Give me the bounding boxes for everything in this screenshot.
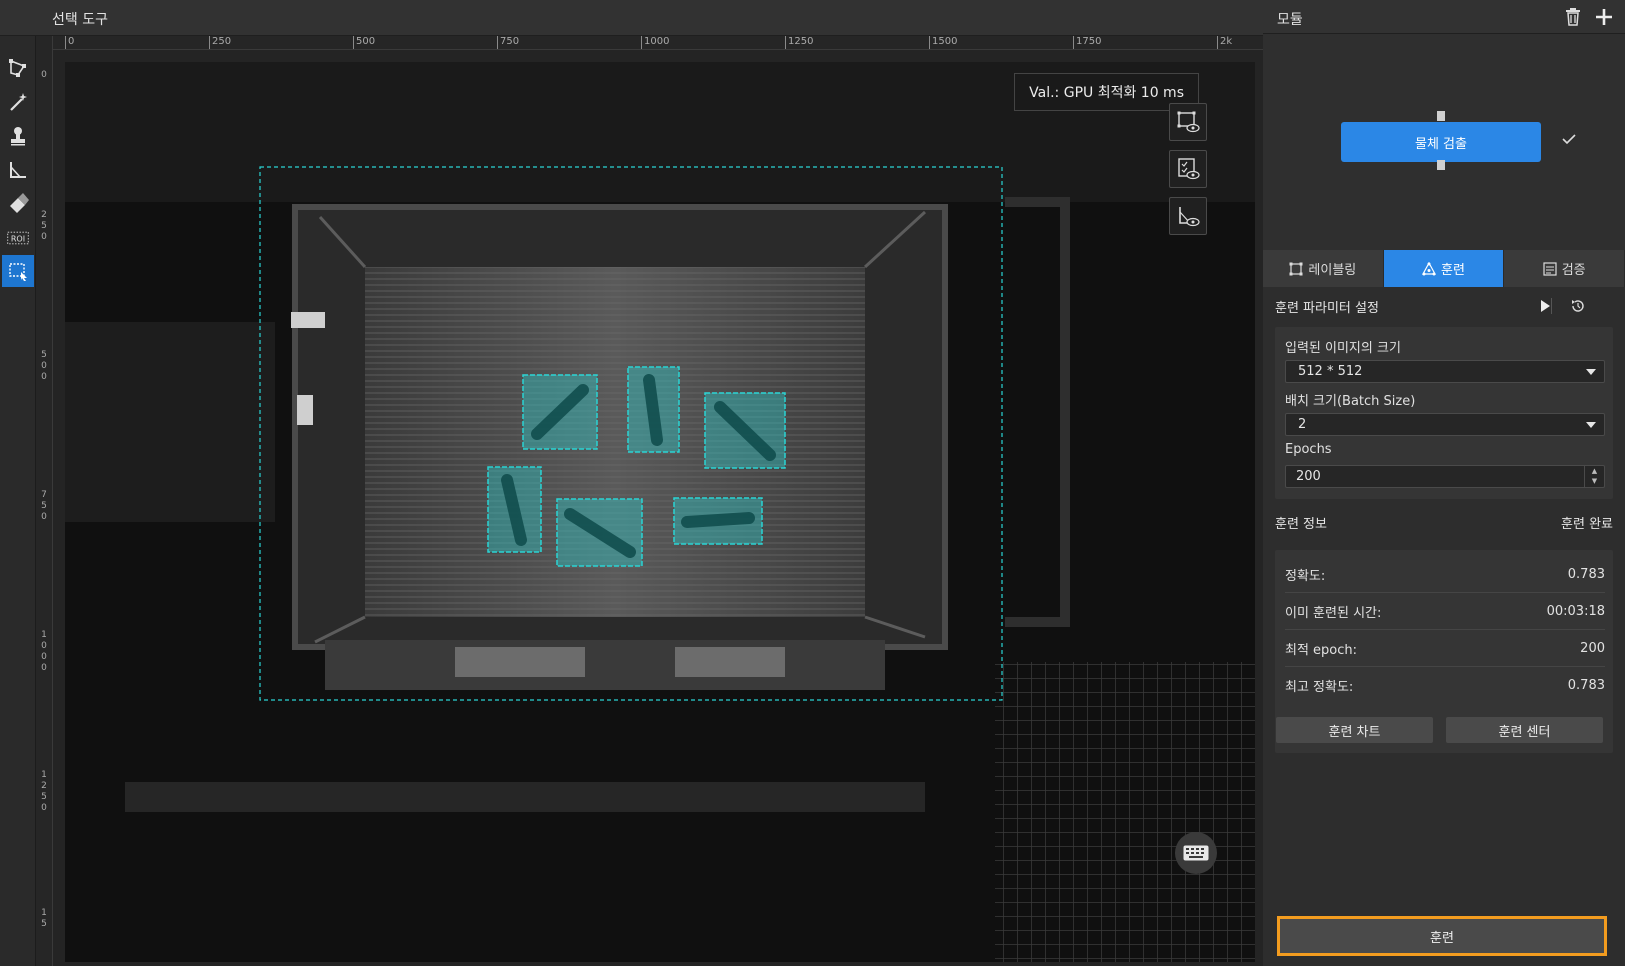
- tab-label: 훈련: [1441, 263, 1465, 278]
- add-icon[interactable]: [1595, 8, 1613, 30]
- info-row-elapsed: 이미 훈련된 시간: 00:03:18: [1285, 593, 1605, 630]
- vruler-label: 0: [41, 70, 47, 80]
- input-size-label: 입력된 이미지의 크기: [1285, 341, 1401, 356]
- eraser-icon[interactable]: [2, 188, 34, 220]
- batch-size-label: 배치 크기(Batch Size): [1285, 394, 1416, 409]
- hruler-label: 2k: [1217, 36, 1232, 49]
- info-row-accuracy: 정확도: 0.783: [1285, 556, 1605, 593]
- info-header: 훈련 정보 훈련 완료: [1263, 507, 1625, 537]
- hruler-label: 1250: [785, 36, 813, 49]
- batch-size-value: 2: [1298, 417, 1307, 432]
- spin-down-icon[interactable]: ▼: [1585, 476, 1604, 486]
- node-input-port[interactable]: [1437, 111, 1445, 121]
- show-labels-icon[interactable]: [1169, 103, 1207, 141]
- reset-icon[interactable]: [1570, 298, 1586, 318]
- vertical-ruler: 0 2 5 0 5 0 0 7 5 0 1 0 0 0 1 2 5 0 1 5: [36, 36, 53, 966]
- info-status: 훈련 완료: [1561, 516, 1613, 532]
- info-value: 00:03:18: [1546, 603, 1605, 619]
- keyboard-icon[interactable]: [1175, 832, 1217, 874]
- show-results-icon[interactable]: [1169, 150, 1207, 188]
- roi-label: ROI: [11, 235, 25, 244]
- object-detection-module[interactable]: 물체 검출: [1341, 122, 1541, 162]
- batch-size-select[interactable]: 2: [1285, 413, 1605, 436]
- magic-wand-icon[interactable]: [2, 86, 34, 118]
- workspace-title: 선택 도구: [52, 12, 108, 28]
- tool-column: ROI: [0, 36, 36, 966]
- info-title: 훈련 정보: [1275, 516, 1327, 532]
- vruler-label: 1 0 0 0: [41, 630, 47, 673]
- chevron-down-icon: [1586, 369, 1596, 375]
- hruler-label: 0: [65, 36, 74, 49]
- train-icon: [1422, 261, 1437, 275]
- info-label: 최고 정확도:: [1285, 680, 1354, 695]
- scene-drawing: [65, 62, 1255, 962]
- tab-label: 검증: [1561, 263, 1586, 278]
- vruler-label: 5 0 0: [41, 350, 47, 382]
- train-params: 입력된 이미지의 크기 512 * 512 배치 크기(Batch Size) …: [1275, 327, 1613, 499]
- vruler-label: 1 2 5 0: [41, 770, 47, 813]
- panel-title: 모듈: [1277, 12, 1303, 28]
- epochs-spin[interactable]: ▲ ▼: [1584, 466, 1604, 487]
- roi-icon[interactable]: ROI: [2, 222, 34, 254]
- epochs-stepper[interactable]: 200 ▲ ▼: [1285, 465, 1605, 488]
- validate-icon: [1543, 261, 1557, 276]
- rect-select-icon[interactable]: [2, 255, 34, 287]
- params-title: 훈련 파라미터 설정: [1275, 300, 1379, 316]
- train-center-button[interactable]: 훈련 센터: [1446, 717, 1603, 743]
- epochs-value: 200: [1296, 469, 1321, 484]
- tab-labeling[interactable]: 레이블링: [1263, 250, 1384, 287]
- hruler-label: 1000: [641, 36, 669, 49]
- polygon-select-icon[interactable]: [2, 52, 34, 84]
- input-size-select[interactable]: 512 * 512: [1285, 360, 1605, 383]
- check-icon: [1561, 132, 1577, 150]
- info-value: 0.783: [1567, 678, 1605, 693]
- train-button[interactable]: 훈련: [1277, 916, 1607, 956]
- info-label: 이미 훈련된 시간:: [1285, 605, 1382, 621]
- vruler-label: 7 5 0: [41, 490, 47, 522]
- info-row-best-accuracy: 최고 정확도: 0.783: [1285, 667, 1605, 704]
- panel-header: 모듈: [1263, 0, 1625, 34]
- node-output-port[interactable]: [1437, 160, 1445, 170]
- header-divider: [1551, 298, 1552, 314]
- hruler-label: 750: [497, 36, 519, 49]
- spin-up-icon[interactable]: ▲: [1585, 466, 1604, 476]
- vruler-label: 2 5 0: [41, 210, 47, 242]
- camera-image[interactable]: Val.: GPU 최적화 10 ms: [65, 62, 1255, 962]
- info-label: 최적 epoch:: [1285, 642, 1358, 658]
- info-row-best-epoch: 최적 epoch: 200: [1285, 630, 1605, 667]
- workspace: 선택 도구 ROI 0 2 5 0 5 0 0 7 5 0 1 0 0 0 1 …: [0, 0, 1263, 966]
- params-header: 훈련 파라미터 설정: [1263, 291, 1625, 321]
- module-graph: 물체 검출: [1263, 34, 1625, 250]
- tab-label: 레이블링: [1308, 263, 1357, 278]
- show-mask-icon[interactable]: [1169, 197, 1207, 235]
- stamp-icon[interactable]: [2, 120, 34, 152]
- app: 선택 도구 ROI 0 2 5 0 5 0 0 7 5 0 1 0 0 0 1 …: [0, 0, 1625, 966]
- hruler-label: 500: [353, 36, 375, 49]
- corner-tool-icon[interactable]: [2, 154, 34, 186]
- trash-icon[interactable]: [1565, 8, 1581, 30]
- hruler-label: 1500: [929, 36, 957, 49]
- vruler-label: 1 5: [41, 908, 47, 929]
- train-chart-button[interactable]: 훈련 차트: [1276, 717, 1433, 743]
- play-icon[interactable]: [1539, 299, 1551, 317]
- module-tabs: 레이블링 훈련 검증: [1263, 250, 1625, 287]
- tab-validate[interactable]: 검증: [1504, 250, 1625, 287]
- info-value: 0.783: [1567, 566, 1605, 582]
- hruler-label: 250: [209, 36, 231, 49]
- hruler-label: 1750: [1073, 36, 1101, 49]
- labeling-icon: [1289, 262, 1303, 275]
- input-size-value: 512 * 512: [1298, 364, 1363, 379]
- horizontal-ruler: 0 250 500 750 1000 1250 1500 1750 2k: [53, 36, 1263, 50]
- workspace-title-bar: 선택 도구: [0, 0, 1263, 36]
- canvas-area[interactable]: Val.: GPU 최적화 10 ms: [53, 50, 1263, 966]
- epochs-label: Epochs: [1285, 442, 1332, 457]
- info-value: 200: [1580, 640, 1605, 656]
- tab-train[interactable]: 훈련: [1383, 250, 1505, 287]
- info-label: 정확도:: [1285, 568, 1326, 584]
- chevron-down-icon: [1586, 422, 1596, 428]
- module-panel: 모듈 물체 검출 레이블링 훈련 검증 훈련 파라미터 설정 입력된 이미지의 …: [1263, 0, 1625, 966]
